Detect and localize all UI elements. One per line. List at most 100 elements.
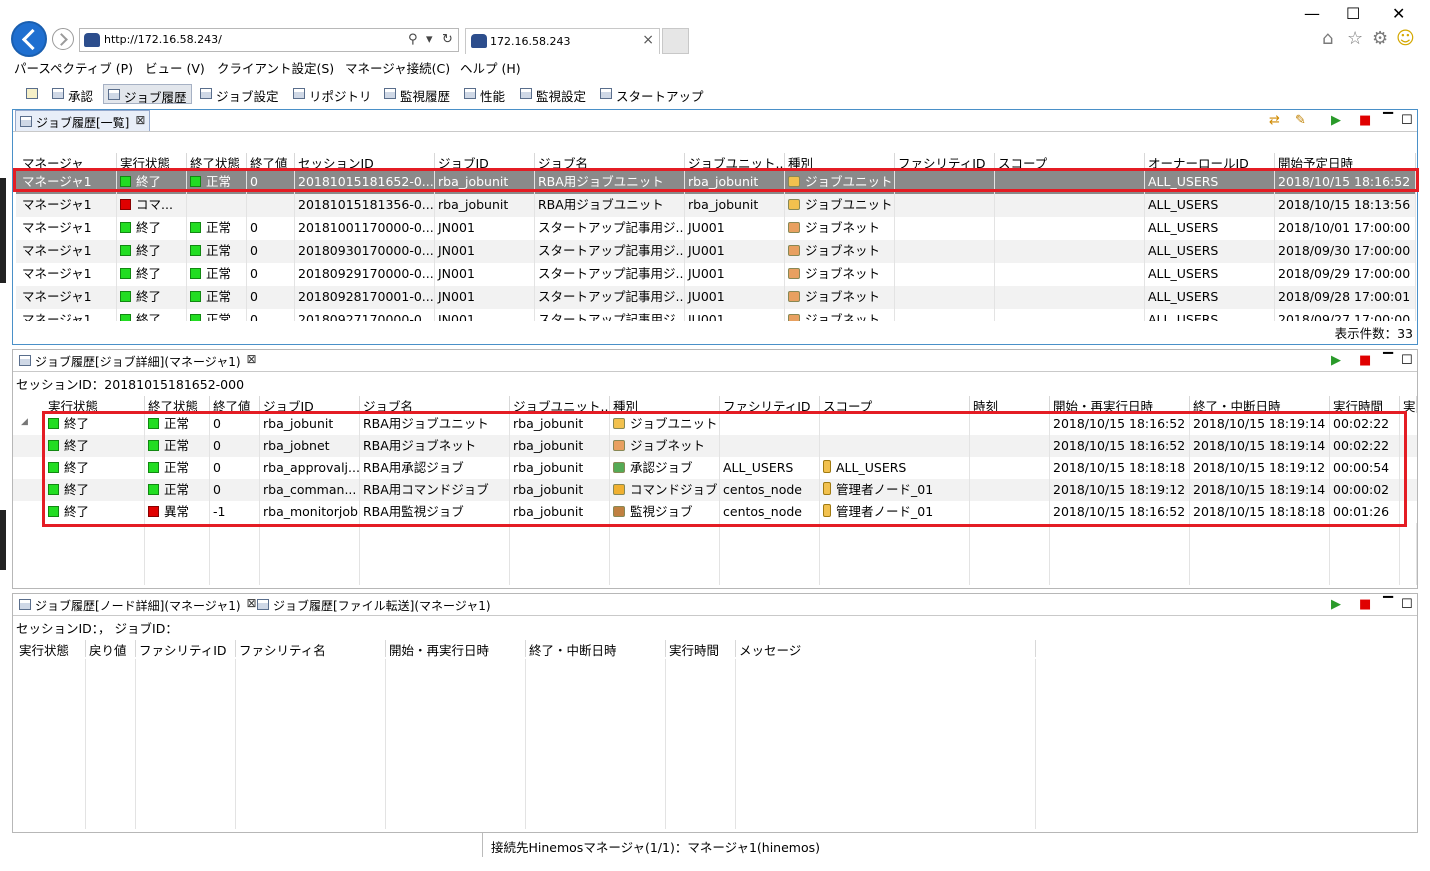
perspective-monitor-history-label: 監視履歴 xyxy=(400,89,451,104)
perspective-performance[interactable]: 性能 xyxy=(460,84,509,104)
node-col-header[interactable]: ファシリティID xyxy=(136,640,236,657)
job-settings-icon xyxy=(200,88,212,99)
close-window-icon[interactable]: ✕ xyxy=(1392,4,1405,23)
minimize-view-icon[interactable]: ▔ xyxy=(1383,597,1393,612)
forward-icon[interactable] xyxy=(52,28,74,50)
smiley-icon[interactable]: ☺ xyxy=(1396,28,1415,49)
perspective-job-history[interactable]: ジョブ履歴 xyxy=(103,84,192,105)
close-icon[interactable]: ⊠ xyxy=(246,352,256,366)
table-row[interactable]: マネージャ1 終了 正常 0 20180927170000-0... JN001 スタートア… xyxy=(16,309,1416,321)
refresh-icon[interactable]: ⇄ xyxy=(1269,113,1280,128)
run-icon[interactable]: ▶ xyxy=(1331,353,1341,368)
table-row[interactable]: マネージャ1 終了 正常 0 20180928170001-0... JN001 スタートア… xyxy=(16,286,1416,309)
new-tab-button[interactable] xyxy=(662,28,689,54)
table-row[interactable]: マネージャ1 終了 正常 0 20181001170000-0... JN001 スタートア… xyxy=(16,217,1416,240)
table-row[interactable]: マネージャ1 終了 正常 0 20180929170000-0... JN001 スタートア… xyxy=(16,263,1416,286)
tab-job-history-list[interactable]: ジョブ履歴[一覧] ⊠ xyxy=(15,110,151,131)
maximize-view-icon[interactable]: ☐ xyxy=(1401,353,1413,368)
tab-node-detail[interactable]: ジョブ履歴[ノード詳細](マネージャ1) ⊠ xyxy=(15,594,261,615)
table-row[interactable]: マネージャ1 コマ... 20181015181356-0... rba_jobuni… xyxy=(16,194,1416,217)
tab-job-detail[interactable]: ジョブ履歴[ジョブ詳細](マネージャ1) ⊠ xyxy=(15,350,261,371)
status-text: 終了 xyxy=(136,220,162,235)
grid-line xyxy=(969,523,970,585)
menu-help[interactable]: ヘルプ (H) xyxy=(460,58,521,77)
perspective-repository-label: リポジトリ xyxy=(309,89,372,104)
table-cell: 2018/09/29 17:00:00 xyxy=(1275,263,1416,286)
address-dropdown-icon[interactable]: ▾ xyxy=(426,32,433,47)
grid-line xyxy=(509,523,510,585)
table-cell: JN001 xyxy=(435,263,535,286)
table-cell: 0 xyxy=(247,286,295,309)
status-ok-icon xyxy=(120,222,131,233)
menu-client-settings[interactable]: クライアント設定(S) xyxy=(217,58,334,77)
stop-icon[interactable]: ■ xyxy=(1359,353,1371,368)
run-icon[interactable]: ▶ xyxy=(1331,113,1341,128)
maximize-icon[interactable]: ☐ xyxy=(1346,4,1360,23)
refresh-icon[interactable]: ↻ xyxy=(442,32,453,47)
maximize-view-icon[interactable]: ☐ xyxy=(1401,113,1413,128)
node-col-header[interactable]: 実行状態 xyxy=(16,640,86,657)
grid-line xyxy=(259,523,260,585)
home-icon[interactable]: ⌂ xyxy=(1322,28,1333,49)
table-cell: 20181001170000-0... xyxy=(295,217,435,240)
tab-file-transfer[interactable]: ジョブ履歴[ファイル転送](マネージャ1) xyxy=(253,594,495,615)
table-row[interactable]: マネージャ1 終了 正常 0 20180930170000-0... JN001 スタートア… xyxy=(16,240,1416,263)
node-col-header[interactable]: 終了・中断日時 xyxy=(526,640,666,657)
status-ok-icon xyxy=(120,245,131,256)
status-text: 正常 xyxy=(206,289,232,304)
node-col-header[interactable]: 実行時間 xyxy=(666,640,736,657)
perspective-startup[interactable]: スタートアップ xyxy=(596,84,708,104)
table-cell xyxy=(995,240,1145,263)
grid-line xyxy=(1035,659,1036,829)
stop-icon[interactable]: ■ xyxy=(1359,597,1371,612)
favorites-icon[interactable]: ☆ xyxy=(1347,28,1363,49)
status-bar: 接続先Hinemosマネージャ(1/1)：マネージャ1(hinemos) xyxy=(0,833,1430,857)
table-cell: マネージャ1 xyxy=(19,309,117,321)
perspective-repository[interactable]: リポジトリ xyxy=(289,84,376,104)
node-col-header[interactable]: 開始・再実行日時 xyxy=(386,640,526,657)
gear-icon[interactable]: ⚙ xyxy=(1372,28,1388,49)
kind-text: ジョブネット xyxy=(805,312,881,321)
filter-icon[interactable]: ✎ xyxy=(1295,113,1306,128)
perspective-approval[interactable]: 承認 xyxy=(48,84,97,104)
table-cell: RBA用ジョブユニット xyxy=(535,194,685,217)
browser-tab[interactable]: 172.16.58.243 × xyxy=(465,28,660,54)
minimize-view-icon[interactable]: ▔ xyxy=(1383,353,1393,368)
search-icon[interactable]: ⚲ xyxy=(408,32,418,47)
table-cell: rba_jobunit xyxy=(685,194,785,217)
maximize-view-icon[interactable]: ☐ xyxy=(1401,597,1413,612)
perspective-approval-label: 承認 xyxy=(68,89,94,104)
perspective-monitor-settings[interactable]: 監視設定 xyxy=(516,84,590,104)
table-cell: 正常 xyxy=(187,309,247,321)
table-cell: JU001 xyxy=(685,309,785,321)
perspective-toolbar: 承認 ジョブ履歴 ジョブ設定 リポジトリ 監視履歴 性能 監視設定 スタートアッ… xyxy=(0,82,1430,106)
back-icon[interactable] xyxy=(11,21,47,57)
perspective-monitor-history[interactable]: 監視履歴 xyxy=(380,84,454,104)
table-cell: 2018/10/01 17:00:00 xyxy=(1275,217,1416,240)
stop-icon[interactable]: ■ xyxy=(1359,113,1371,128)
table-cell: マネージャ1 xyxy=(19,240,117,263)
menu-manager-connect[interactable]: マネージャ接続(C) xyxy=(345,58,450,77)
address-bar[interactable]: http://172.16.58.243/ ⚲ ▾ ↻ xyxy=(79,28,459,52)
table-cell: JN001 xyxy=(435,240,535,263)
history-selection-highlight xyxy=(13,168,1419,192)
table-cell: ALL_USERS xyxy=(1145,217,1275,240)
perspective-job-settings[interactable]: ジョブ設定 xyxy=(196,84,283,104)
menu-view[interactable]: ビュー (V) xyxy=(145,58,205,77)
node-col-header[interactable]: ファシリティ名 xyxy=(236,640,386,657)
table-cell: 20180930170000-0... xyxy=(295,240,435,263)
menu-perspective[interactable]: パースペクティブ (P) xyxy=(14,58,133,77)
run-icon[interactable]: ▶ xyxy=(1331,597,1341,612)
table-cell: ジョブネット xyxy=(785,309,895,321)
address-url[interactable]: http://172.16.58.243/ xyxy=(104,33,222,46)
close-tab-icon[interactable]: × xyxy=(642,32,654,48)
close-icon[interactable]: ⊠ xyxy=(135,113,145,127)
table-cell: rba_jobunit xyxy=(435,194,535,217)
node-col-header[interactable]: 戻り値 xyxy=(86,640,136,657)
node-col-header[interactable]: メッセージ xyxy=(736,640,1036,657)
minimize-icon[interactable]: — xyxy=(1304,4,1320,23)
table-cell: ALL_USERS xyxy=(1145,309,1275,321)
minimize-view-icon[interactable]: ▔ xyxy=(1383,113,1393,128)
open-perspective-button[interactable] xyxy=(22,84,42,104)
grid-line xyxy=(359,523,360,585)
